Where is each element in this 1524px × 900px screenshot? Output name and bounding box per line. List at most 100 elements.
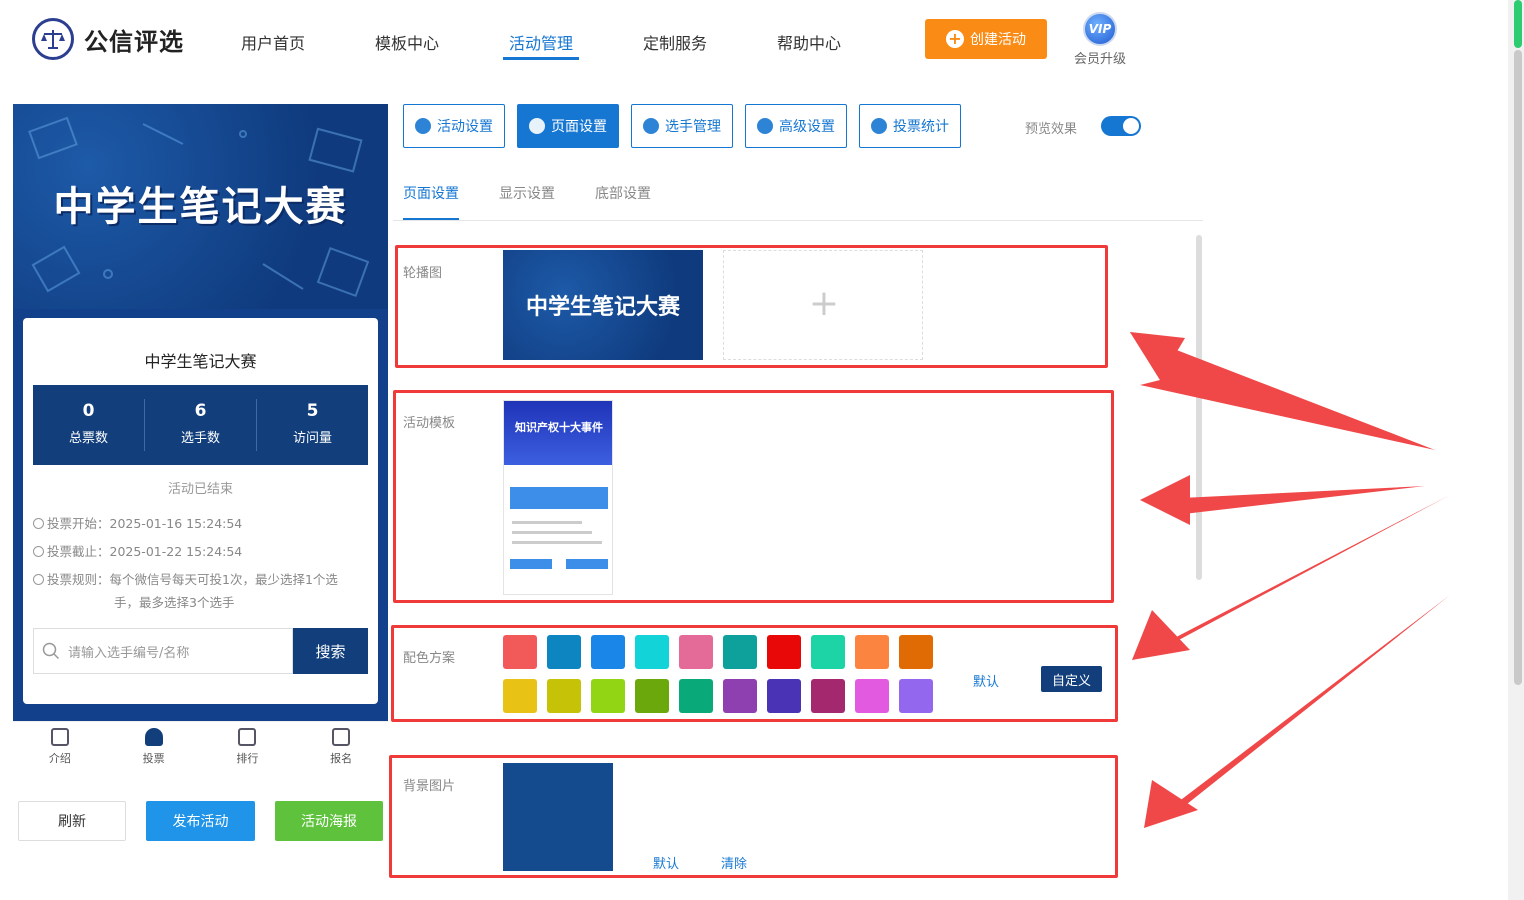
template-highlight-box [393,390,1114,603]
color-swatch[interactable] [811,635,845,669]
color-scheme-label: 配色方案 [403,651,456,666]
color-swatch[interactable] [591,635,625,669]
template-label: 活动模板 [403,416,456,431]
background-highlight-box [389,755,1118,878]
nav-active-indicator [503,57,579,60]
stat-value: 0 [82,401,95,421]
search-button[interactable]: 搜索 [293,628,368,674]
plus-circle-icon: + [946,30,964,48]
template-line [512,541,602,544]
color-swatch[interactable] [679,635,713,669]
settings-sliders-icon [757,118,773,134]
color-swatch[interactable] [855,635,889,669]
preview-activity-title: 中学生笔记大赛 [144,352,257,371]
template-stats-bar [510,487,608,509]
activity-poster-button[interactable]: 活动海报 [275,801,383,841]
advanced-settings-button[interactable]: 高级设置 [745,104,847,148]
annotation-arrows [1130,332,1450,828]
activity-status: 活动已结束 [167,482,233,497]
template-line [512,531,592,534]
vip-badge-icon: VIP [1083,12,1117,46]
tab-intro-label: 介绍 [48,752,71,765]
user-icon [144,728,163,746]
preview-toggle[interactable] [1101,116,1141,136]
preview-stats: 0 总票数 6 选手数 5 访问量 [33,385,368,465]
color-default-link[interactable]: 默认 [973,671,999,690]
nav-custom-service[interactable]: 定制服务 [643,30,707,54]
color-swatch[interactable] [767,635,801,669]
vip-upgrade-label: 会员升级 [1073,52,1126,67]
color-swatch[interactable] [899,635,933,669]
tab-intro[interactable]: 介绍 [13,722,107,771]
subtab-page-settings[interactable]: 页面设置 [403,183,459,203]
color-swatch[interactable] [899,679,933,713]
plus-icon: + [808,283,840,324]
color-swatch[interactable] [503,635,537,669]
page-settings-button[interactable]: 页面设置 [517,104,619,148]
subtab-active-indicator [403,218,459,220]
tab-vote[interactable]: 投票 [107,722,201,771]
nav-help-center[interactable]: 帮助中心 [777,30,841,54]
subtab-footer-settings[interactable]: 底部设置 [595,183,651,203]
logo[interactable]: 公信评选 [32,18,184,60]
stat-label: 选手数 [180,431,220,446]
arrow-to-template-head [1140,475,1190,525]
arrow-to-background [1144,595,1450,828]
stat-contestants: 6 选手数 [145,399,257,451]
template-header: 知识产权十大事件 [504,401,612,465]
contestant-management-label: 选手管理 [665,119,721,135]
activity-settings-button[interactable]: 活动设置 [403,104,505,148]
stat-value: 5 [306,401,319,421]
preview-card: 中学生笔记大赛 0 总票数 6 选手数 5 访问量 活动已结束 投票开始：202… [23,318,378,704]
tab-ranking[interactable]: 排行 [201,722,295,771]
color-swatch[interactable] [767,679,801,713]
nav-activity-management[interactable]: 活动管理 [509,30,573,54]
carousel-upload[interactable]: + [723,250,923,360]
page-scrollbar-thumb[interactable] [1514,0,1522,48]
carousel-image[interactable]: 中学生笔记大赛 [503,250,703,360]
vote-start-info: 投票开始：2025-01-16 15:24:54 [33,513,242,535]
ranking-icon [238,728,257,746]
vote-rule-text: 投票规则：每个微信号每天可投1次，最少选择1个选 [47,572,338,587]
nav-home[interactable]: 用户首页 [241,30,305,54]
subtab-display-settings[interactable]: 显示设置 [499,183,555,203]
color-swatch[interactable] [591,679,625,713]
info-icon [33,574,44,585]
activity-settings-label: 活动设置 [437,119,493,135]
vote-statistics-button[interactable]: 投票统计 [859,104,961,148]
refresh-button[interactable]: 刷新 [18,801,126,841]
users-icon [643,118,659,134]
color-swatch[interactable] [547,635,581,669]
color-swatch[interactable] [679,679,713,713]
color-swatch[interactable] [503,679,537,713]
template-button [510,559,552,569]
tab-vote-label: 投票 [142,752,165,765]
color-swatch[interactable] [635,635,669,669]
vote-rule-info: 投票规则：每个微信号每天可投1次，最少选择1个选 [33,569,338,591]
create-activity-button[interactable]: + 创建活动 [925,19,1047,59]
tab-signup[interactable]: 报名 [294,722,388,771]
color-swatch[interactable] [723,679,757,713]
contestant-management-button[interactable]: 选手管理 [631,104,733,148]
color-swatch[interactable] [635,679,669,713]
page-scrollbar-track [1514,50,1522,685]
vip-upgrade[interactable]: VIP 会员升级 [1072,12,1128,67]
publish-activity-button[interactable]: 发布活动 [146,801,255,841]
tab-signup-label: 报名 [330,752,353,765]
color-swatch[interactable] [855,679,889,713]
activity-template-thumbnail[interactable]: 知识产权十大事件 [503,400,613,595]
preview-toggle-label: 预览效果 [1025,122,1078,137]
color-swatch[interactable] [547,679,581,713]
document-icon [50,728,69,746]
logo-text: 公信评选 [84,27,184,56]
background-default-link[interactable]: 默认 [653,853,679,872]
search-icon [42,642,60,660]
background-clear-link[interactable]: 清除 [721,853,747,872]
color-swatch[interactable] [723,635,757,669]
preview-banner-title: 中学生笔记大赛 [53,184,348,230]
color-custom-button[interactable]: 自定义 [1041,666,1102,692]
background-image[interactable] [503,763,613,871]
color-swatch[interactable] [811,679,845,713]
contestant-search-input[interactable]: 请输入选手编号/名称 [33,628,293,674]
nav-templates[interactable]: 模板中心 [375,30,439,54]
